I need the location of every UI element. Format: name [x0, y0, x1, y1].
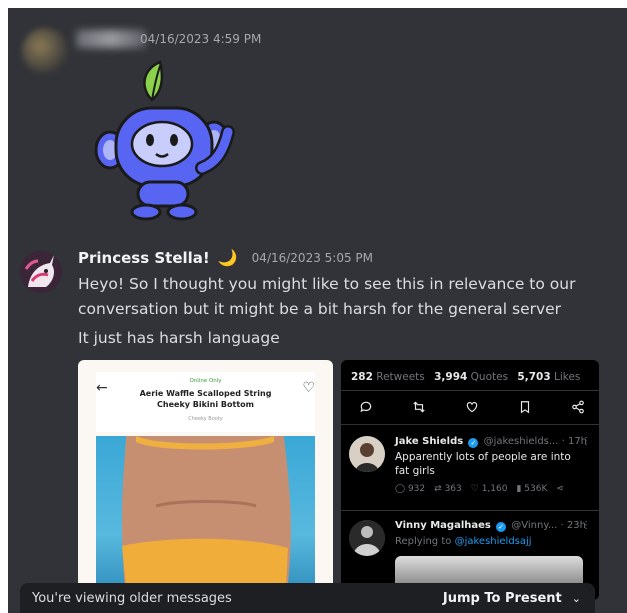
tweet-text: Apparently lots of people are into fat g…	[395, 451, 571, 477]
reply-count: 932	[407, 484, 426, 494]
tweet-header: Vinny Magalhaes ✓ @Vinny... · 23h	[395, 520, 586, 532]
views-icon: ▮	[516, 484, 522, 494]
image-attachment-product[interactable]: ← ♡ Online Only Aerie Waffle Scalloped S…	[78, 360, 333, 600]
author-name[interactable]: Princess Stella!	[78, 249, 210, 267]
message-line: Heyo! So I thought you might like to see…	[78, 275, 576, 318]
message-header: Princess Stella! 🌙 04/16/2023 5:05 PM	[78, 248, 373, 267]
share-icon: ⋖	[556, 484, 564, 494]
replying-to-label: Replying to	[395, 536, 452, 547]
verified-icon: ✓	[468, 438, 479, 448]
like-metric: ♡ 1,160	[471, 484, 508, 494]
tweet-author: Jake Shields	[395, 436, 464, 447]
retweet-count: 282	[351, 371, 373, 383]
tweet: Jake Shields ✓ @jakeshields... · 17h ⋮ A…	[349, 436, 591, 506]
more-icon: ⋮	[581, 520, 591, 531]
tweet-metrics: ◯ 932 ⇄ 363 ♡ 1,160 ▮ 536K ⋖	[395, 484, 564, 494]
older-messages-text: You're viewing older messages	[32, 590, 232, 606]
unicorn-avatar-image	[20, 251, 62, 293]
message-line: It just has harsh language	[78, 329, 280, 347]
product-title: Aerie Waffle Scalloped String Cheeky Bik…	[139, 389, 272, 409]
retweet-metric: ⇄ 363	[434, 484, 462, 494]
retweet-icon	[413, 401, 425, 413]
tweet-actions	[359, 400, 585, 414]
replying-to: Replying to @jakeshieldsajj	[395, 536, 532, 547]
divider	[341, 510, 599, 511]
replying-to-handle: @jakeshieldsajj	[454, 536, 532, 547]
avatar[interactable]	[22, 28, 68, 74]
tweet-handle: @Vinny...	[511, 520, 558, 531]
avatar-image	[349, 520, 385, 556]
quote-count: 3,994	[434, 371, 468, 383]
chat-area: 04/16/2023 4:59 PM Princess Stella! 🌙 04…	[8, 8, 627, 613]
views-count: 536K	[524, 484, 548, 494]
bookmark-icon	[520, 401, 530, 414]
divider	[341, 424, 599, 425]
reply-metric: ◯ 932	[395, 484, 425, 494]
chevron-down-icon: ⌄	[571, 591, 581, 605]
reply-icon	[360, 401, 372, 413]
online-only-tag: Online Only	[189, 378, 222, 384]
product-brand: Cheeky Booty	[188, 416, 223, 422]
product-header: ← ♡ Online Only Aerie Waffle Scalloped S…	[96, 372, 315, 432]
tweet-stats: 282 Retweets 3,994 Quotes 5,703 Likes	[351, 371, 586, 383]
avatar[interactable]	[20, 251, 62, 293]
heart-icon	[466, 402, 478, 413]
share-icon	[572, 400, 584, 414]
tweet-header: Jake Shields ✓ @jakeshields... · 17h	[395, 436, 587, 448]
message-content: Heyo! So I thought you might like to see…	[78, 272, 608, 355]
retweet-icon: ⇄	[434, 484, 442, 494]
verified-icon: ✓	[496, 522, 507, 532]
author-name-redacted[interactable]	[76, 30, 146, 48]
image-attachment-tweet[interactable]: 282 Retweets 3,994 Quotes 5,703 Likes Ja…	[341, 360, 599, 600]
quote-label: Quotes	[470, 371, 509, 383]
tweet-author: Vinny Magalhaes	[395, 520, 491, 531]
jump-to-present-label: Jump To Present	[442, 590, 562, 606]
retweet-count: 363	[444, 484, 462, 494]
views-metric: ▮ 536K	[516, 484, 547, 494]
product-photo	[96, 436, 315, 600]
message-timestamp: 04/16/2023 4:59 PM	[140, 32, 262, 46]
like-count: 1,160	[481, 484, 508, 494]
heart-icon: ♡	[470, 484, 479, 494]
divider	[341, 390, 599, 391]
retweet-label: Retweets	[376, 371, 425, 383]
reply-icon: ◯	[395, 484, 406, 494]
moon-emoji: 🌙	[217, 248, 238, 267]
like-label: Likes	[553, 371, 581, 383]
product-photo-image	[121, 436, 291, 600]
jump-to-present-button[interactable]: Jump To Present ⌄	[443, 591, 581, 606]
avatar	[349, 520, 385, 556]
like-count: 5,703	[517, 371, 551, 383]
avatar	[349, 436, 385, 472]
older-messages-banner: You're viewing older messages Jump To Pr…	[20, 583, 595, 613]
avatar-image	[349, 436, 385, 472]
more-icon: ⋮	[581, 436, 591, 447]
message-timestamp: 04/16/2023 5:05 PM	[251, 250, 374, 265]
wumpus-sticker[interactable]	[90, 58, 240, 223]
tweet-handle: @jakeshields...	[483, 436, 559, 447]
